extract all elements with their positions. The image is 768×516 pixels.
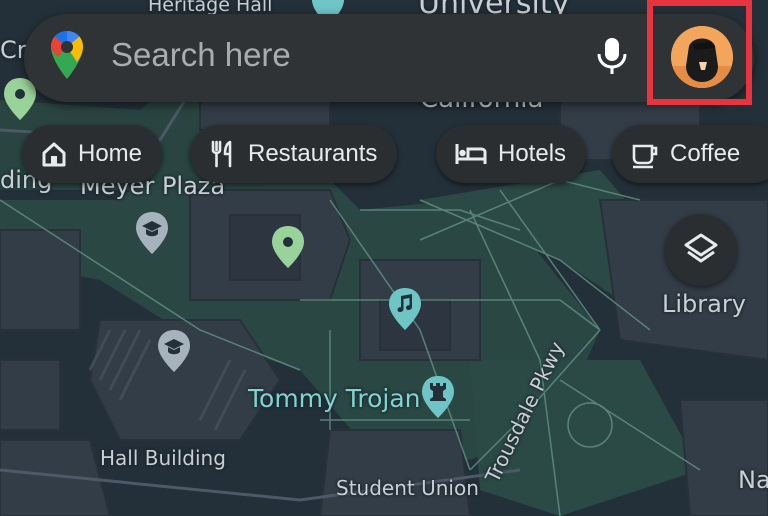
microphone-icon[interactable] (594, 36, 630, 76)
chip-label: Restaurants (248, 140, 378, 167)
chip-coffee[interactable]: Coffee (612, 125, 768, 183)
music-venue-pin-icon[interactable] (387, 286, 423, 332)
account-avatar[interactable] (671, 26, 733, 88)
avatar-image-icon (671, 26, 733, 88)
coffee-cup-icon (632, 144, 658, 169)
chip-label: Hotels (498, 140, 567, 167)
school-pin-icon[interactable] (156, 328, 192, 374)
chip-label: Home (78, 140, 143, 167)
hotel-bed-icon (455, 144, 487, 164)
map-label-cr[interactable]: Cr (0, 36, 27, 64)
search-input[interactable]: Search here (111, 36, 291, 74)
green-place-pin-icon[interactable] (270, 224, 306, 270)
layers-button[interactable] (665, 214, 737, 286)
google-maps-logo-icon (51, 31, 83, 79)
school-pin-icon[interactable] (134, 210, 170, 256)
map-label-tommy-trojan[interactable]: Tommy Trojan (248, 384, 421, 413)
restaurant-icon (211, 140, 232, 168)
landmark-pin-icon[interactable] (420, 374, 456, 420)
layers-icon (684, 233, 718, 263)
map-label-library[interactable]: Library (662, 290, 746, 318)
chip-home[interactable]: Home (22, 125, 163, 183)
home-icon (42, 142, 66, 167)
map-label-na[interactable]: Na (738, 466, 768, 494)
maps-screen: Heritage Hall University California Cr d… (0, 0, 768, 516)
map-label-hall-building[interactable]: Hall Building (100, 446, 226, 470)
map-label-student-union[interactable]: Student Union (336, 476, 479, 500)
chip-restaurants[interactable]: Restaurants (190, 125, 398, 183)
chip-label: Coffee (670, 140, 741, 167)
chip-hotels[interactable]: Hotels (436, 125, 587, 183)
